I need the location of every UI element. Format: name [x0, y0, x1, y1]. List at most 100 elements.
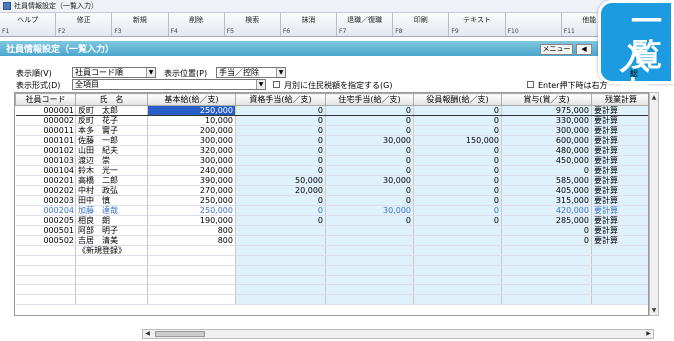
cell-qual[interactable]: 0	[235, 115, 326, 126]
cell-housing[interactable]: 0	[325, 115, 414, 126]
cell-housing[interactable]: 0	[325, 145, 414, 156]
table-row[interactable]: 000011 本多 實子 200,000 0 0 0 300,000 要計算	[15, 125, 648, 136]
cell-code[interactable]: 000202	[15, 185, 76, 196]
cell-bonus[interactable]	[501, 245, 592, 256]
cell-housing[interactable]: 30,000	[325, 175, 414, 186]
column-header[interactable]: 資格手当(給／支)	[235, 93, 326, 106]
cell-bonus[interactable]: 480,000	[501, 145, 592, 156]
table-row[interactable]: 000502 吉居 清美 800 0 要計算	[15, 235, 648, 246]
cell-name[interactable]: 高橋 二郎	[75, 175, 148, 186]
cell-code[interactable]: 000002	[15, 115, 76, 126]
table-row[interactable]: 000104 鈴木 光一 240,000 0 0 0 0 要計算	[15, 165, 648, 176]
scroll-left-icon[interactable]: ◀	[143, 330, 152, 338]
cell-housing[interactable]: 30,000	[325, 205, 414, 216]
cell-code[interactable]: 000103	[15, 155, 76, 166]
format-select[interactable]: 全項目 ▼	[72, 79, 266, 90]
cell-name[interactable]: 反町 太郎	[75, 105, 148, 116]
cell-code[interactable]: 000101	[15, 135, 76, 146]
cell-name[interactable]: 渡辺 崇	[75, 155, 148, 166]
cell-qual[interactable]	[235, 225, 326, 236]
scroll-down-icon[interactable]: ▼	[650, 306, 658, 315]
column-header[interactable]: 賞与(賞／支)	[501, 93, 592, 106]
cell-bonus[interactable]: 0	[501, 235, 592, 246]
cell-qual[interactable]: 0	[235, 145, 326, 156]
scroll-right-icon[interactable]: ▶	[644, 330, 653, 338]
cell-calc[interactable]: 要計算	[591, 185, 648, 196]
cell-exec[interactable]: 0	[413, 145, 502, 156]
cell-qual[interactable]: 0	[235, 135, 326, 146]
cell-name[interactable]: 相良 朗	[75, 215, 148, 226]
cell-exec[interactable]: 0	[413, 155, 502, 166]
cell-code[interactable]: 000204	[15, 205, 76, 216]
cell-housing[interactable]: 0	[325, 185, 414, 196]
cell-bonus[interactable]: 600,000	[501, 135, 592, 146]
cell-housing[interactable]: 0	[325, 105, 414, 116]
cell-base[interactable]: 240,000	[147, 165, 236, 176]
cell-name[interactable]: 阿部 明子	[75, 225, 148, 236]
vertical-scrollbar[interactable]: ▲ ▼	[649, 92, 659, 316]
cell-bonus[interactable]: 585,000	[501, 175, 592, 186]
cell-calc[interactable]: 要計算	[591, 135, 648, 146]
scroll-up-icon[interactable]: ▲	[650, 93, 658, 102]
table-row[interactable]: 000201 高橋 二郎 390,000 50,000 30,000 0 585,000 要計…	[15, 175, 648, 186]
table-row[interactable]: 000101 佐藤 一郎 300,000 0 30,000 150,000 600,000 要…	[15, 135, 648, 146]
cell-base[interactable]: 10,000	[147, 115, 236, 126]
cell-housing[interactable]: 0	[325, 165, 414, 176]
function-key-f8[interactable]: 印刷 F8	[393, 13, 450, 36]
cell-bonus[interactable]: 450,000	[501, 155, 592, 166]
cell-name[interactable]: 反町 花子	[75, 115, 148, 126]
cell-qual[interactable]: 0	[235, 105, 326, 116]
column-header[interactable]: 氏 名	[75, 93, 148, 106]
cell-name[interactable]: 加藤 達哉	[75, 205, 148, 216]
cell-calc[interactable]: 要計算	[591, 125, 648, 136]
cell-exec[interactable]: 0	[413, 215, 502, 226]
cell-base[interactable]: 200,000	[147, 125, 236, 136]
cell-base[interactable]: 320,000	[147, 145, 236, 156]
cell-base[interactable]: 270,000	[147, 185, 236, 196]
cell-base[interactable]: 250,000	[147, 205, 236, 216]
cell-calc[interactable]: 要計算	[591, 155, 648, 166]
table-row[interactable]: 000204 加藤 達哉 250,000 0 30,000 0 420,000 要計算	[15, 205, 648, 216]
back-button[interactable]: ◀	[576, 44, 592, 55]
cell-bonus[interactable]: 285,000	[501, 215, 592, 226]
cell-code[interactable]: 000501	[15, 225, 76, 236]
column-header[interactable]: 基本給(給／支)	[147, 93, 236, 106]
cell-calc[interactable]: 要計算	[591, 195, 648, 206]
position-select[interactable]: 手当／控除 ▼	[216, 67, 286, 78]
cell-exec[interactable]: 0	[413, 165, 502, 176]
cell-bonus[interactable]: 0	[501, 165, 592, 176]
cell-qual[interactable]: 0	[235, 165, 326, 176]
cell-qual[interactable]: 20,000	[235, 185, 326, 196]
cell-exec[interactable]	[413, 225, 502, 236]
cell-qual[interactable]: 0	[235, 205, 326, 216]
cell-code[interactable]: 000011	[15, 125, 76, 136]
order-select[interactable]: 社員コード順 ▼	[72, 67, 156, 78]
cell-base[interactable]: 390,000	[147, 175, 236, 186]
cell-qual[interactable]: 50,000	[235, 175, 326, 186]
cell-housing[interactable]: 0	[325, 155, 414, 166]
cell-bonus[interactable]: 975,000	[501, 105, 592, 116]
cell-base[interactable]	[147, 245, 236, 256]
cell-name[interactable]: 《新規登録》	[75, 245, 148, 256]
cell-housing[interactable]: 0	[325, 215, 414, 226]
cell-calc[interactable]: 要計算	[591, 235, 648, 246]
cell-exec[interactable]	[413, 245, 502, 256]
horizontal-scrollbar[interactable]: ◀ ▶	[142, 329, 654, 339]
cell-housing[interactable]	[325, 245, 414, 256]
cell-bonus[interactable]: 315,000	[501, 195, 592, 206]
cell-base[interactable]: 250,000	[147, 195, 236, 206]
cell-name[interactable]: 中村 政弘	[75, 185, 148, 196]
cell-code[interactable]: 000201	[15, 175, 76, 186]
function-key-f4[interactable]: 削除 F4	[168, 13, 225, 36]
column-header[interactable]: 社員コード	[15, 93, 76, 106]
resident-tax-checkbox[interactable]	[273, 81, 280, 88]
cell-code[interactable]: 000102	[15, 145, 76, 156]
cell-code[interactable]	[15, 245, 76, 256]
cell-exec[interactable]	[413, 235, 502, 246]
cell-bonus[interactable]: 420,000	[501, 205, 592, 216]
function-key-f9[interactable]: テキスト F9	[449, 13, 506, 36]
column-header[interactable]: 役員報酬(給／支)	[413, 93, 502, 106]
table-row[interactable]: 000205 相良 朗 190,000 0 0 0 285,000 要計算	[15, 215, 648, 226]
cell-calc[interactable]	[591, 245, 648, 256]
cell-housing[interactable]: 0	[325, 195, 414, 206]
